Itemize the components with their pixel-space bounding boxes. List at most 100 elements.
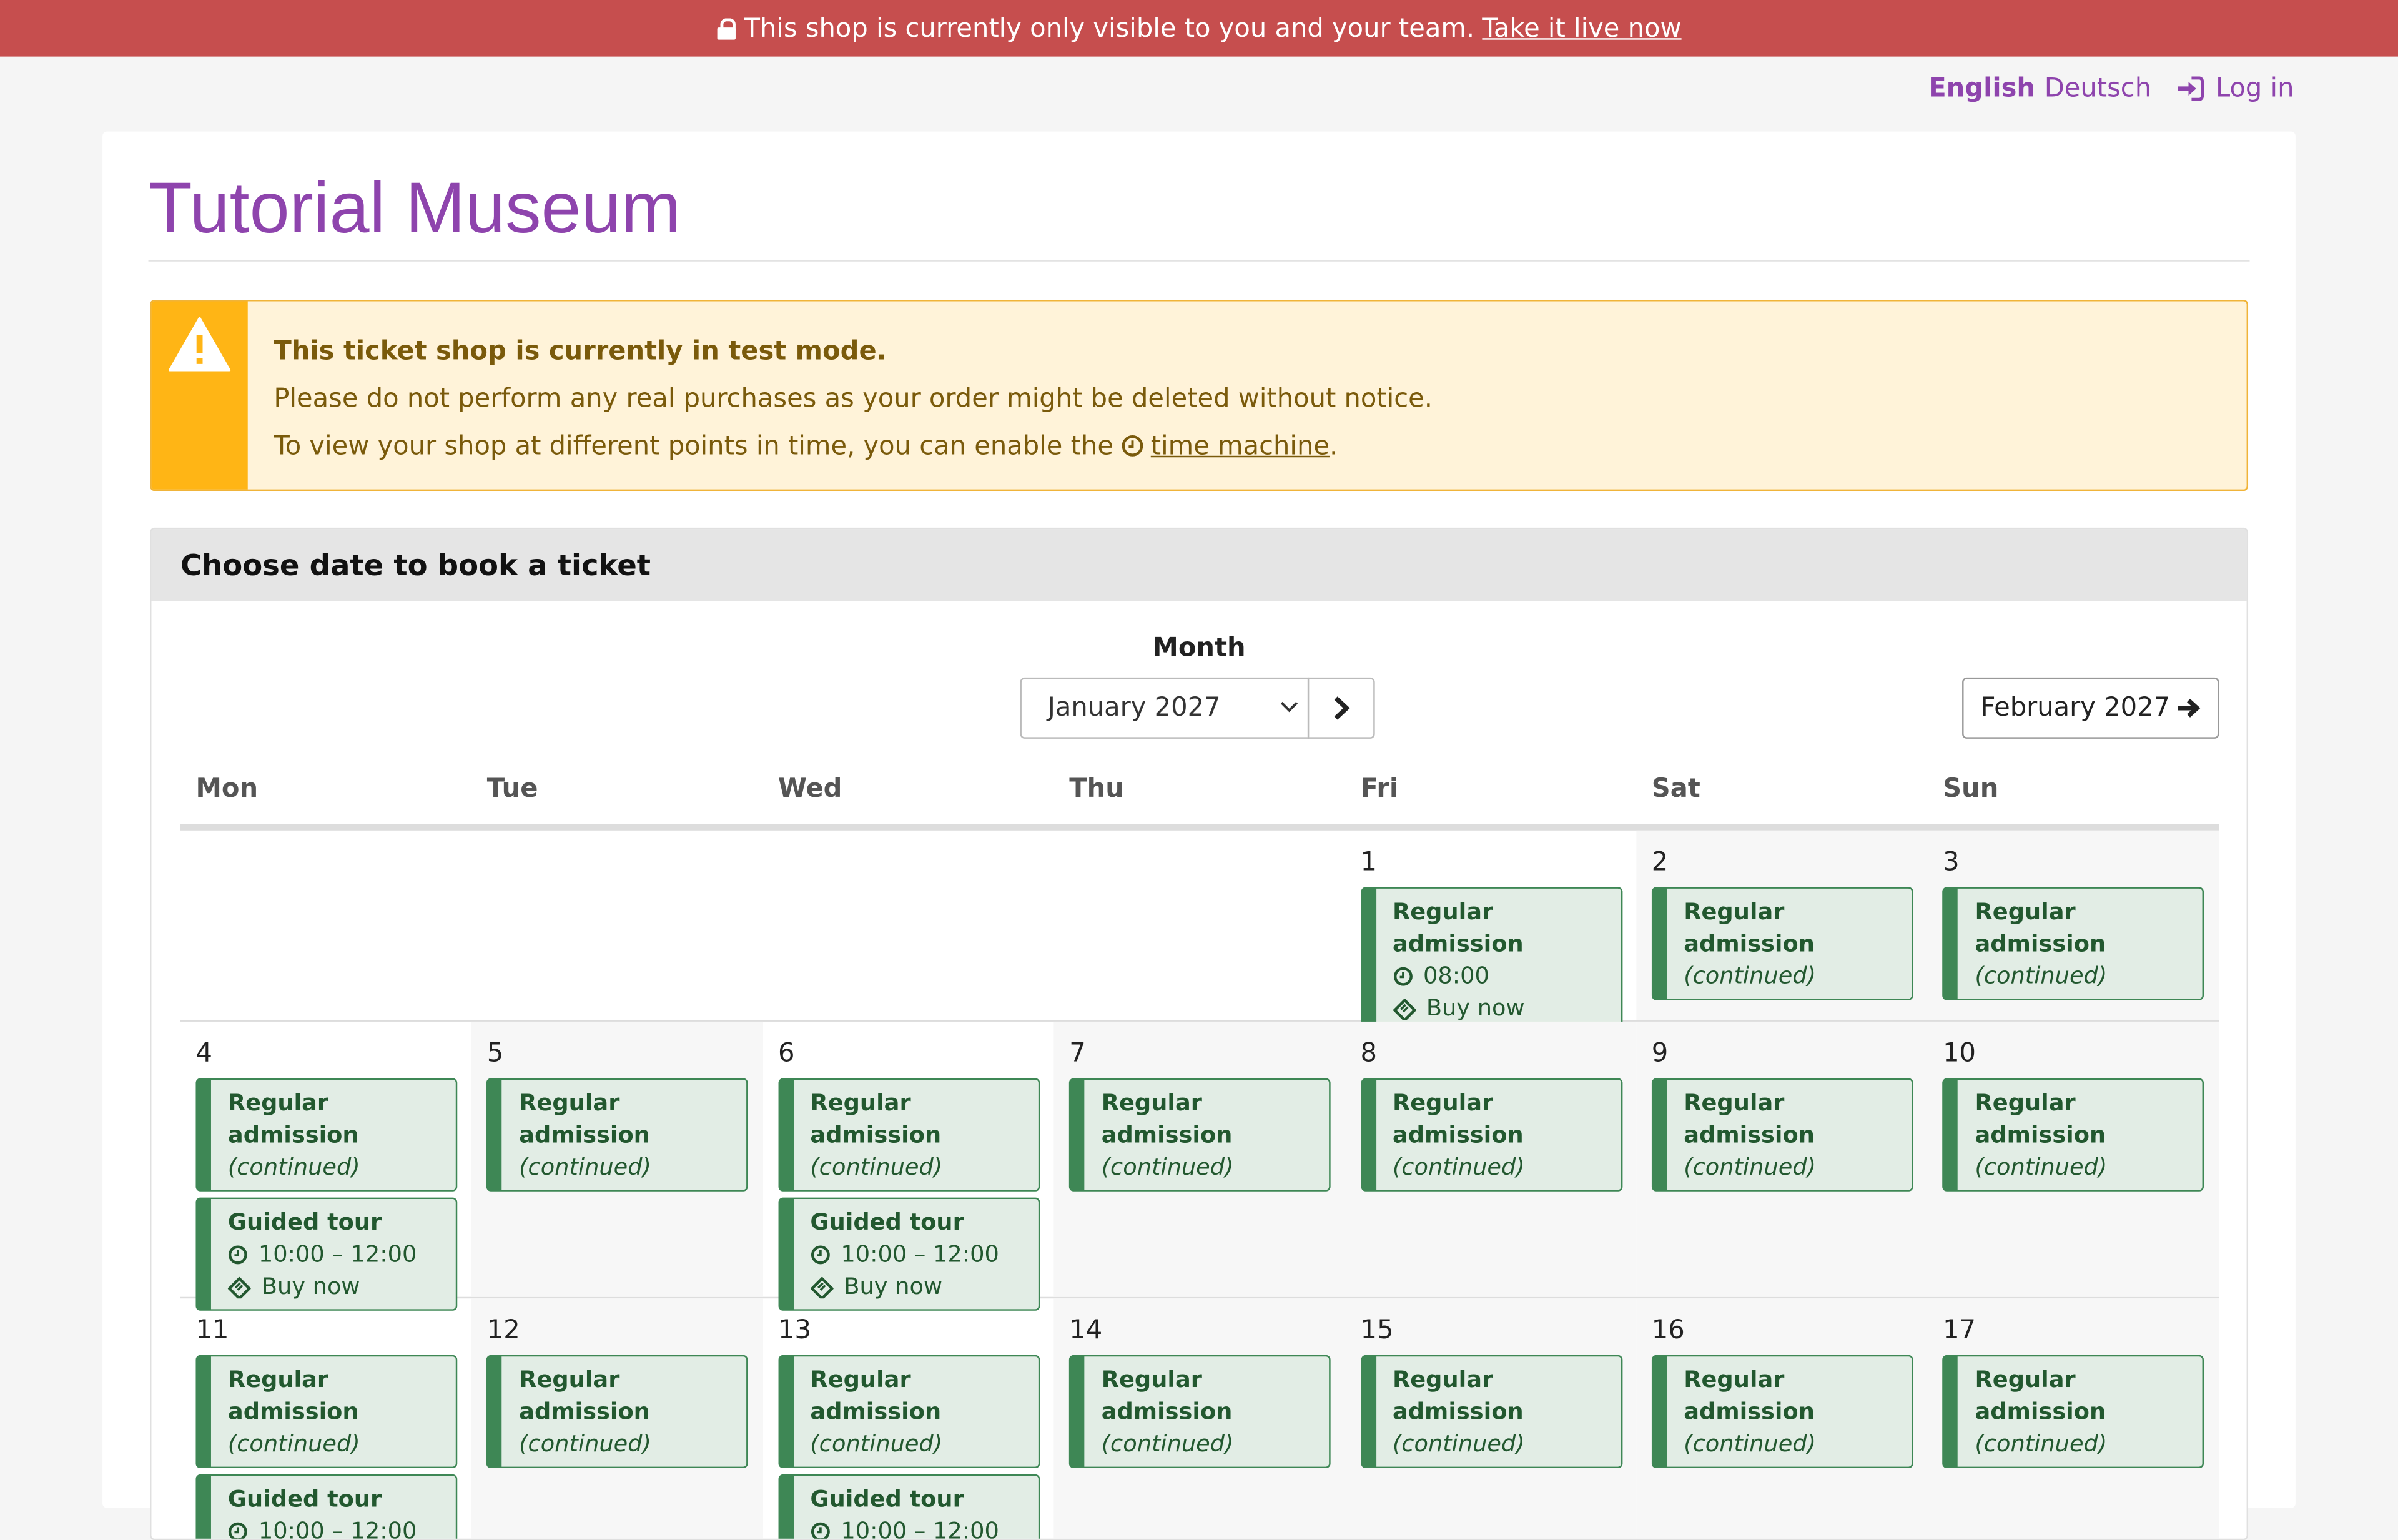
- event-time: 10:00 – 12:00: [810, 1239, 1025, 1271]
- month-select[interactable]: January 2027: [1020, 677, 1310, 739]
- lang-deutsch[interactable]: Deutsch: [2045, 74, 2151, 104]
- event-regular-admission[interactable]: Regular admission (continued): [1943, 1355, 2204, 1469]
- event-guided-tour[interactable]: Guided tour 10:00 – 12:00: [778, 1474, 1040, 1540]
- event-title: Regular admission: [519, 1088, 650, 1149]
- day-cell: 4 Regular admission (continued) Guided t…: [180, 1022, 471, 1311]
- event-title: Regular admission: [1975, 897, 2106, 958]
- weekday-wed: Wed: [778, 774, 842, 805]
- event-regular-admission[interactable]: Regular admission (continued): [195, 1355, 458, 1469]
- day-number: 13: [778, 1315, 812, 1346]
- event-title: Guided tour: [810, 1484, 964, 1513]
- day-cell: 7 Regular admission (continued): [1053, 1021, 1346, 1297]
- day-number: 15: [1360, 1315, 1394, 1346]
- day-cell: 10 Regular admission (continued): [1927, 1021, 2219, 1297]
- february-button[interactable]: February 2027: [1962, 677, 2219, 739]
- event-regular-admission[interactable]: Regular admission (continued): [1360, 1355, 1622, 1469]
- title-divider: [148, 260, 2250, 262]
- event-regular-admission[interactable]: Regular admission 08:00 Buy now: [1360, 887, 1622, 1033]
- weekday-tue: Tue: [486, 774, 538, 805]
- calendar-grid: 1 Regular admission 08:00 Buy now 2 Regu…: [180, 830, 2219, 1540]
- event-regular-admission[interactable]: Regular admission (continued): [1069, 1078, 1331, 1192]
- event-regular-admission[interactable]: Regular admission (continued): [778, 1078, 1040, 1192]
- event-title: Regular admission: [810, 1088, 942, 1149]
- event-continued: (continued): [519, 1429, 651, 1458]
- day-number: 5: [486, 1038, 504, 1069]
- banner-text: This shop is currently only visible to y…: [744, 12, 1475, 44]
- event-continued: (continued): [810, 1429, 943, 1458]
- event-continued: (continued): [1975, 1153, 2108, 1181]
- day-cell: 1 Regular admission 08:00 Buy now: [1345, 831, 1636, 1033]
- event-regular-admission[interactable]: Regular admission (continued): [486, 1078, 749, 1192]
- top-nav: English Deutsch Log in: [1928, 74, 2294, 104]
- event-title: Regular admission: [519, 1365, 650, 1426]
- day-number: 10: [1943, 1038, 1976, 1069]
- day-number: 6: [778, 1038, 795, 1069]
- event-title: Regular admission: [1392, 897, 1524, 958]
- event-regular-admission[interactable]: Regular admission (continued): [1360, 1078, 1622, 1192]
- calendar-heading: Choose date to book a ticket: [151, 529, 2247, 601]
- event-continued: (continued): [1101, 1153, 1234, 1181]
- day-cell: 2 Regular admission (continued): [1636, 830, 1928, 1020]
- take-live-link[interactable]: Take it live now: [1482, 13, 1681, 44]
- ticket-icon: [1392, 997, 1416, 1020]
- event-regular-admission[interactable]: Regular admission (continued): [486, 1355, 749, 1469]
- event-regular-admission[interactable]: Regular admission (continued): [1069, 1355, 1331, 1469]
- login-link[interactable]: Log in: [2176, 74, 2294, 104]
- test-mode-alert: This ticket shop is currently in test mo…: [150, 300, 2249, 491]
- day-number: 7: [1069, 1038, 1086, 1069]
- event-time-text: 10:00 – 12:00: [841, 1517, 999, 1540]
- next-month-button[interactable]: [1307, 677, 1375, 739]
- event-regular-admission[interactable]: Regular admission (continued): [1651, 1078, 1913, 1192]
- event-title: Guided tour: [227, 1208, 382, 1236]
- weekday-sun: Sun: [1943, 774, 1999, 805]
- weekday-mon: Mon: [195, 774, 259, 805]
- weekday-thu: Thu: [1069, 774, 1124, 805]
- weekday-header: Mon Tue Wed Thu Fri Sat Sun: [180, 774, 2219, 804]
- event-title: Regular admission: [1101, 1365, 1233, 1426]
- day-cell: 13 Regular admission (continued) Guided …: [763, 1298, 1054, 1540]
- event-time-text: 10:00 – 12:00: [841, 1240, 999, 1268]
- event-continued: (continued): [519, 1153, 651, 1181]
- day-cell: 12 Regular admission (continued): [471, 1298, 763, 1539]
- day-cell: 5 Regular admission (continued): [471, 1021, 763, 1297]
- event-continued: (continued): [1684, 962, 1816, 990]
- weekday-sat: Sat: [1651, 774, 1700, 805]
- event-time: 10:00 – 12:00: [228, 1239, 443, 1271]
- lang-english[interactable]: English: [1928, 74, 2035, 104]
- event-regular-admission[interactable]: Regular admission (continued): [1651, 1355, 1913, 1469]
- day-number: 1: [1360, 847, 1378, 878]
- event-continued: (continued): [227, 1153, 360, 1181]
- day-number: 8: [1360, 1038, 1378, 1069]
- event-guided-tour[interactable]: Guided tour 10:00 – 12:00 Buy now: [195, 1197, 458, 1311]
- event-regular-admission[interactable]: Regular admission (continued): [1943, 1078, 2204, 1192]
- day-number: 3: [1943, 847, 1960, 878]
- alert-line-2: To view your shop at different points in…: [274, 423, 1433, 471]
- chevron-right-icon: [1334, 696, 1350, 720]
- sign-in-icon: [2177, 76, 2204, 101]
- event-regular-admission[interactable]: Regular admission (continued): [195, 1078, 458, 1192]
- weekday-fri: Fri: [1360, 774, 1399, 805]
- calendar-week: 11 Regular admission (continued) Guided …: [180, 1298, 2219, 1540]
- day-cell-empty: [763, 831, 1054, 1020]
- day-number: 4: [195, 1038, 212, 1069]
- time-machine-link[interactable]: time machine: [1151, 432, 1330, 462]
- event-continued: (continued): [1684, 1153, 1816, 1181]
- day-cell: 3 Regular admission (continued): [1927, 830, 2219, 1020]
- buy-now-text: Buy now: [1426, 994, 1525, 1022]
- event-regular-admission[interactable]: Regular admission (continued): [778, 1355, 1040, 1469]
- event-title: Regular admission: [810, 1365, 942, 1426]
- alert-line-2-prefix: To view your shop at different points in…: [274, 431, 1113, 462]
- event-continued: (continued): [227, 1429, 360, 1458]
- day-cell: 15 Regular admission (continued): [1345, 1298, 1637, 1539]
- event-guided-tour[interactable]: Guided tour 10:00 – 12:00: [195, 1474, 458, 1540]
- day-number: 2: [1651, 847, 1669, 878]
- event-regular-admission[interactable]: Regular admission (continued): [1943, 887, 2204, 1000]
- event-title: Regular admission: [1975, 1088, 2106, 1149]
- event-regular-admission[interactable]: Regular admission (continued): [1651, 887, 1913, 1000]
- event-time-text: 10:00 – 12:00: [258, 1517, 417, 1540]
- calendar-panel: Choose date to book a ticket Month Janua…: [150, 527, 2249, 1540]
- day-cell: 9 Regular admission (continued): [1636, 1021, 1928, 1297]
- event-guided-tour[interactable]: Guided tour 10:00 – 12:00 Buy now: [778, 1197, 1040, 1311]
- clock-icon: [1393, 967, 1412, 986]
- day-cell-empty: [1054, 831, 1345, 1020]
